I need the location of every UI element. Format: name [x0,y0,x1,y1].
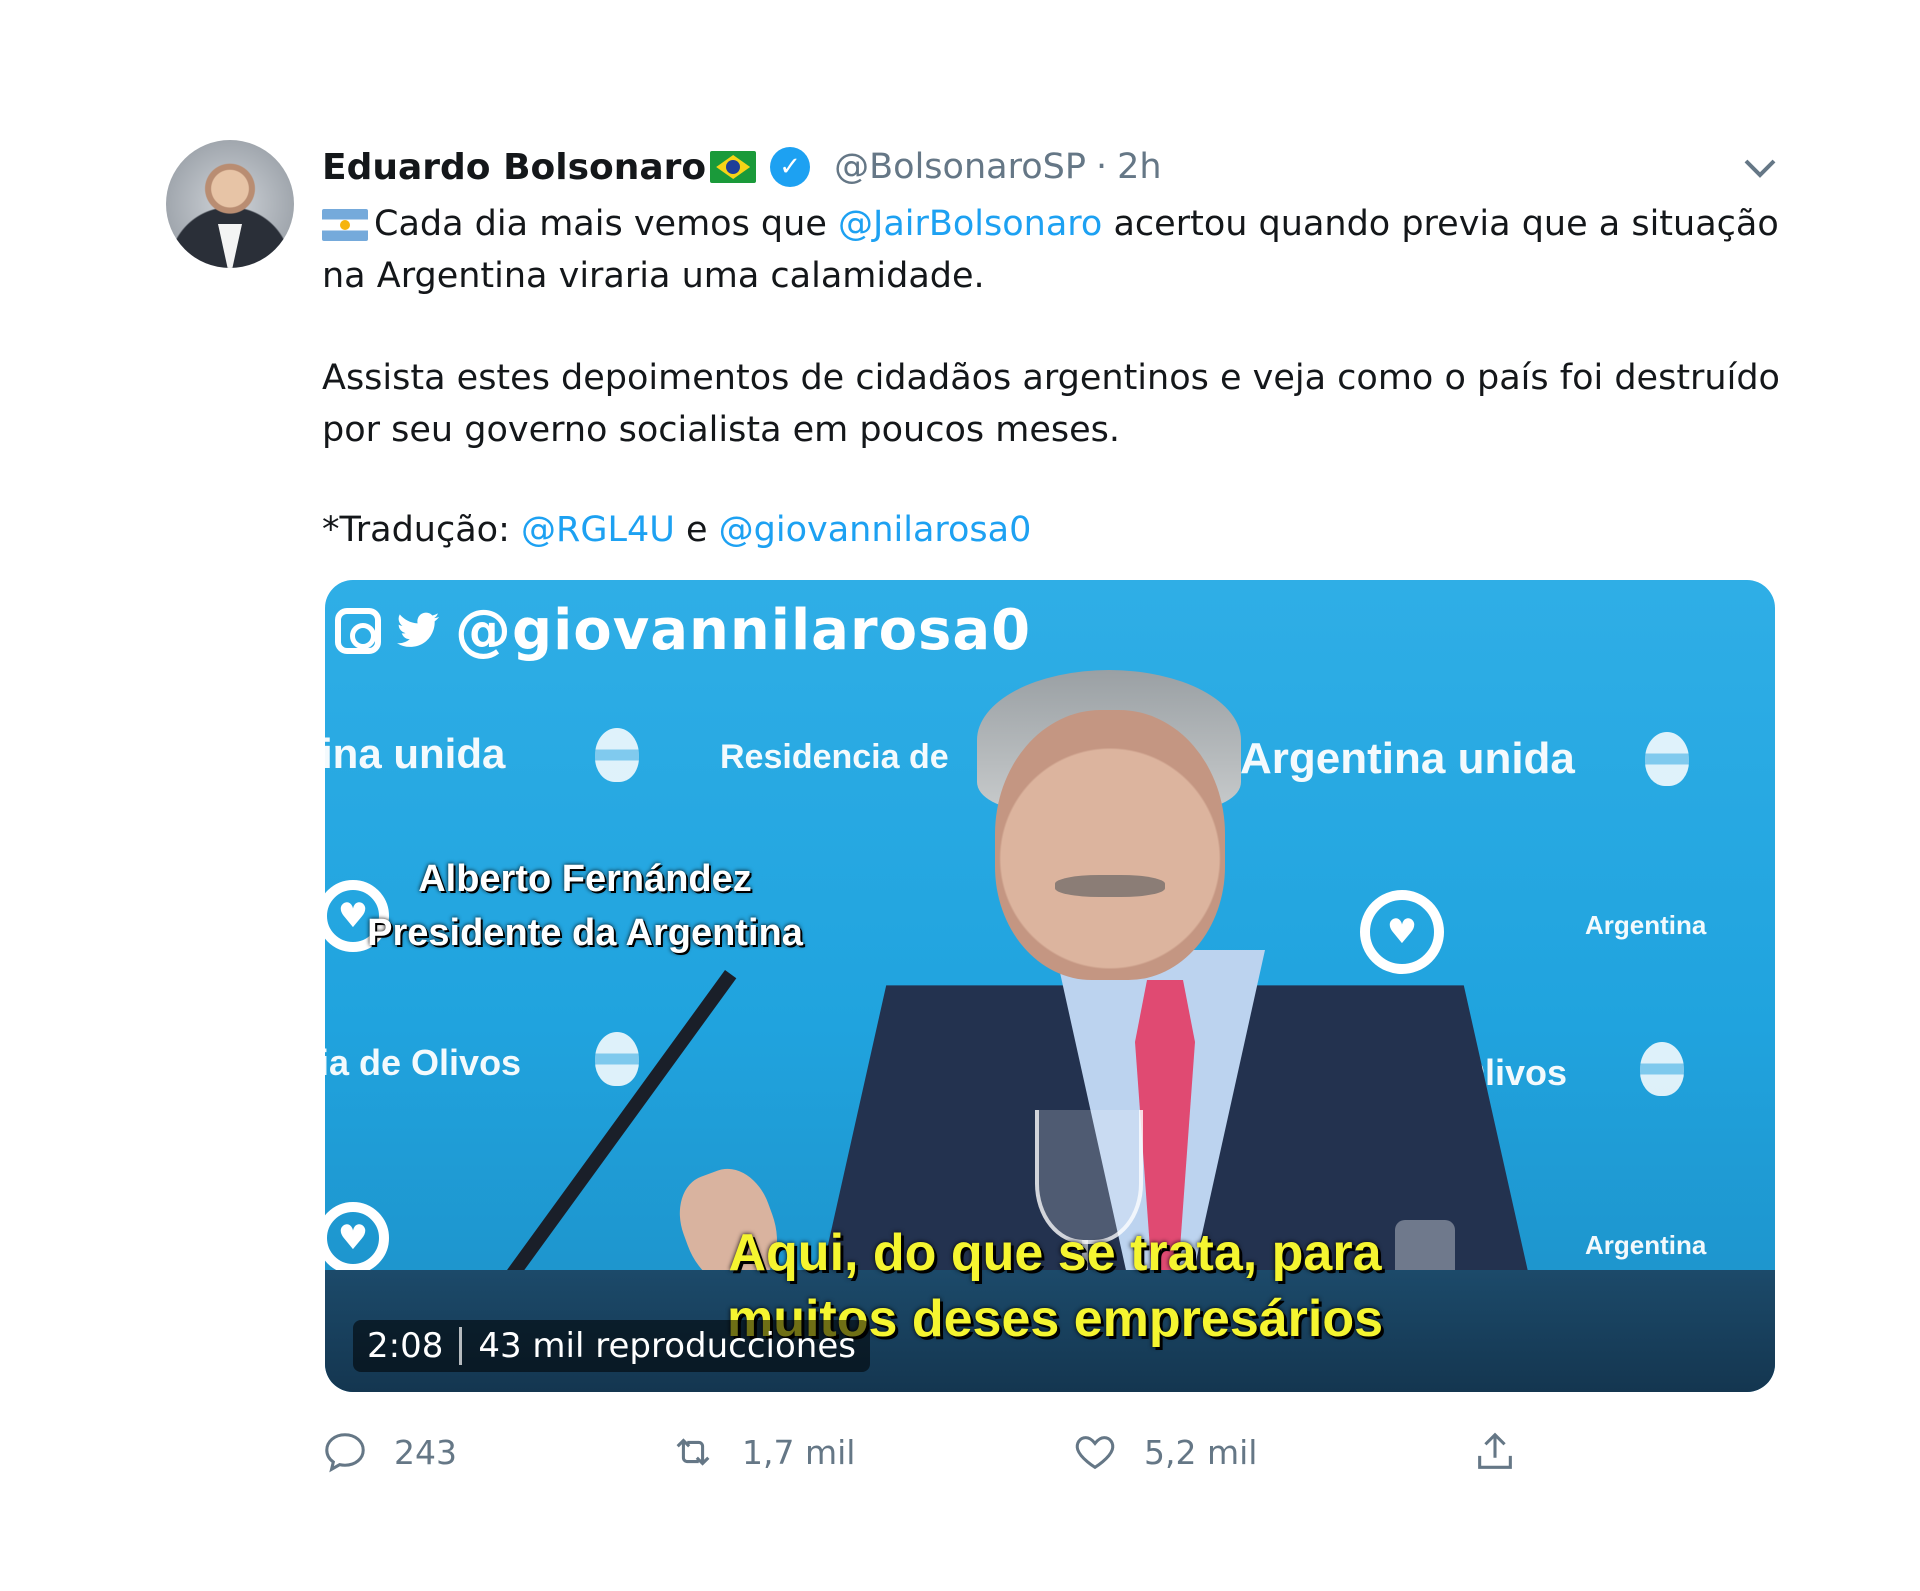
mention-giovannilarosa0[interactable]: @giovannilarosa0 [719,510,1032,550]
reply-icon [325,1433,365,1473]
sun-seal-icon [595,1032,639,1086]
retweet-count: 1,7 mil [742,1432,856,1472]
verified-badge-icon: ✓ [770,147,811,187]
twitter-bird-icon [396,612,440,647]
sun-seal-icon [595,728,639,782]
speaker-caption: Alberto Fernández Presidente da Argentin… [325,852,845,960]
retweet-button[interactable]: 1,7 mil [670,1420,855,1484]
video-meta: 2:08 43 mil reproducciones [353,1320,870,1372]
speaker-name: Alberto Fernández [418,858,752,900]
retweet-icon [676,1438,710,1466]
heart-logo-icon: ♥ [325,1202,389,1274]
share-button[interactable] [1472,1420,1518,1484]
like-count: 5,2 mil [1144,1432,1258,1472]
instagram-icon [335,607,381,654]
tweet-actions: 243 1,7 mil 5,2 mil [322,1420,1782,1484]
share-icon [1478,1432,1512,1469]
tweet-text-line-3: Assista estes depoimentos de cidadãos ar… [322,358,1780,398]
brazil-flag-icon [710,151,757,183]
video-views: 43 mil reproducciones [478,1326,856,1366]
tweet-header: Eduardo Bolsonaro ✓ @BolsonaroSP · 2h [322,140,1162,194]
tweet-time[interactable]: 2h [1117,147,1161,187]
separator-dot: · [1095,147,1108,187]
author-name[interactable]: Eduardo Bolsonaro [322,147,706,188]
mention-jairbolsonaro[interactable]: @JairBolsonaro [838,204,1102,244]
like-icon [1075,1436,1115,1470]
background-text: ina unida [325,730,506,777]
video-duration: 2:08 [367,1326,444,1366]
reply-count: 243 [394,1432,457,1472]
mention-rgl4u[interactable]: @RGL4U [521,510,675,550]
sun-seal-icon [1640,1042,1684,1096]
reply-button[interactable]: 243 [322,1420,457,1484]
argentina-flag-icon [322,209,368,241]
avatar[interactable] [166,140,294,268]
tweet-text-line-2: na Argentina viraria uma calamidade. [322,256,985,296]
chevron-down-icon[interactable] [1740,148,1780,188]
tweet-text-line-1: Cada dia mais vemos que @JairBolsonaro a… [322,198,1779,250]
sun-seal-icon [1645,732,1689,786]
like-button[interactable]: 5,2 mil [1072,1420,1257,1484]
translation-credit: *Tradução: @RGL4U e @giovannilarosa0 [322,510,1032,550]
background-text: ia de Olivos [325,1042,522,1083]
tweet-text-line-4: por seu governo socialista em poucos mes… [322,410,1120,450]
author-handle[interactable]: @BolsonaroSP [834,147,1086,187]
speaker-title: Presidente da Argentina [367,912,803,954]
video-player[interactable]: ina unida Residencia de Argentina unida … [325,580,1775,1392]
